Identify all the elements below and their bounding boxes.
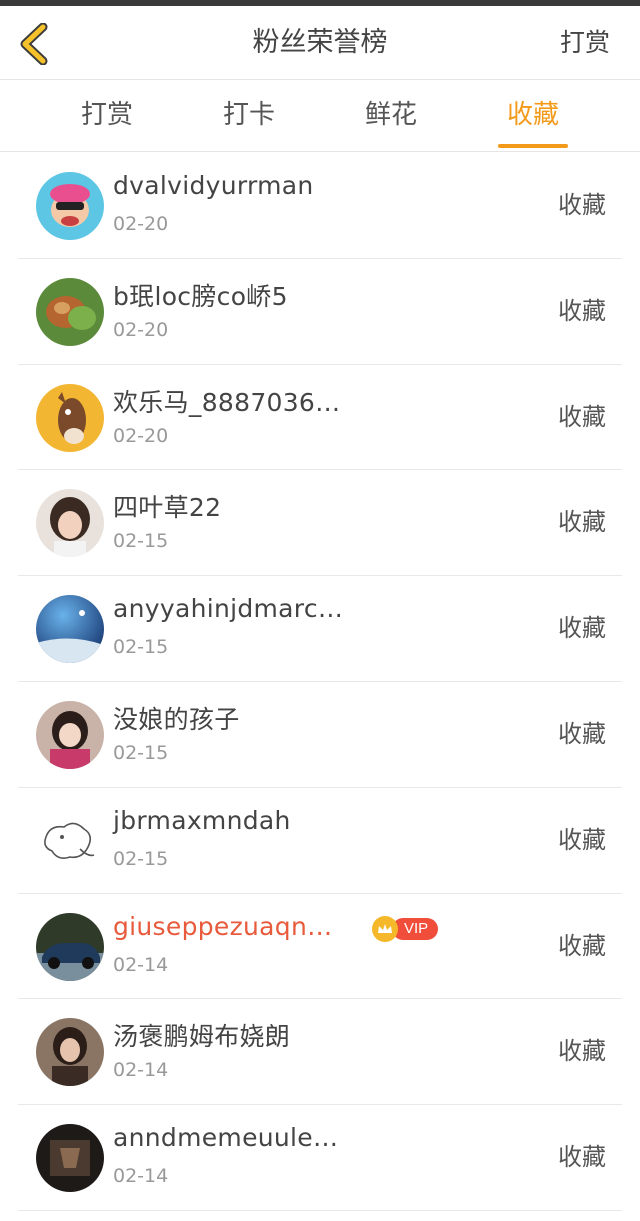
list-item[interactable]: jbrmaxmndah 02-15 收藏	[18, 788, 622, 894]
action-label: 收藏	[558, 719, 606, 748]
avatar	[36, 489, 104, 558]
tab-checkin[interactable]: 打卡	[214, 80, 284, 152]
list-item[interactable]: anndmemeuule… 02-14 收藏	[18, 1105, 622, 1211]
date: 02-20	[113, 424, 169, 447]
list-item[interactable]: 没娘的孩子 02-15 收藏	[18, 682, 622, 788]
avatar	[36, 383, 104, 452]
tab-flowers[interactable]: 鲜花	[356, 80, 426, 152]
active-tab-indicator	[498, 144, 568, 148]
avatar	[36, 172, 104, 240]
date: 02-15	[113, 847, 169, 870]
date: 02-20	[113, 318, 169, 341]
avatar	[36, 595, 104, 664]
avatar	[36, 1018, 104, 1087]
list-item[interactable]: 四叶草22 02-15 收藏	[18, 470, 622, 577]
list-item[interactable]: giuseppezuaqn… VIP 02-14 收藏	[18, 894, 622, 1000]
list-item[interactable]: b珉loc膀co峤5 02-20 收藏	[18, 259, 622, 365]
list-item[interactable]: 汤褒鹏姆布娆朗 02-14 收藏	[18, 999, 622, 1106]
user-name: 汤褒鹏姆布娆朗	[113, 1022, 291, 1052]
action-label: 收藏	[558, 191, 606, 219]
user-name: 没娘的孩子	[113, 704, 240, 734]
action-label: 收藏	[558, 614, 606, 643]
avatar	[36, 806, 104, 875]
page-title: 粉丝荣誉榜	[252, 27, 388, 58]
action-label: 收藏	[558, 1143, 606, 1172]
user-name: 欢乐马_8887036…	[113, 387, 341, 417]
tab-favorites[interactable]: 收藏	[498, 80, 568, 152]
list-item[interactable]: 欢乐马_8887036… 02-20 收藏	[18, 365, 622, 471]
vip-label: VIP	[392, 917, 439, 940]
avatar	[36, 277, 104, 346]
date: 02-15	[113, 741, 169, 764]
avatar	[36, 1124, 104, 1193]
back-button[interactable]	[14, 22, 54, 66]
action-label: 收藏	[558, 508, 606, 537]
user-name: dvalvidyurrman	[113, 171, 314, 200]
avatar	[36, 700, 104, 769]
crown-icon	[372, 915, 398, 942]
vip-badge: VIP	[372, 915, 439, 942]
tab-reward[interactable]: 打赏	[72, 80, 142, 152]
date: 02-14	[113, 1059, 169, 1082]
date: 02-14	[113, 953, 169, 976]
date: 02-15	[113, 636, 169, 659]
reward-button[interactable]: 打赏	[560, 6, 610, 80]
chevron-left-icon	[20, 23, 48, 65]
fan-list: dvalvidyurrman 02-20 收藏 b珉loc膀co峤5 02-20…	[18, 153, 622, 1211]
user-name: jbrmaxmndah	[113, 805, 291, 835]
user-name: anndmemeuule…	[113, 1123, 339, 1153]
top-bar: 粉丝荣誉榜 打赏	[0, 6, 640, 80]
date: 02-20	[113, 213, 169, 235]
user-name: giuseppezuaqn…	[113, 911, 333, 941]
date: 02-15	[113, 530, 169, 553]
action-label: 收藏	[558, 1037, 606, 1066]
list-item[interactable]: dvalvidyurrman 02-20 收藏	[18, 153, 622, 259]
action-label: 收藏	[558, 296, 606, 325]
action-label: 收藏	[558, 402, 606, 431]
user-name: 四叶草22	[113, 493, 222, 523]
list-item[interactable]: anyyahinjdmarc… 02-15 收藏	[18, 576, 622, 682]
user-name: anyyahinjdmarc…	[113, 594, 344, 624]
date: 02-14	[113, 1165, 169, 1188]
tab-bar: 打赏 打卡 鲜花 收藏	[0, 80, 640, 152]
user-name: b珉loc膀co峤5	[113, 281, 288, 311]
avatar	[36, 912, 104, 981]
action-label: 收藏	[558, 825, 606, 854]
action-label: 收藏	[558, 931, 606, 960]
